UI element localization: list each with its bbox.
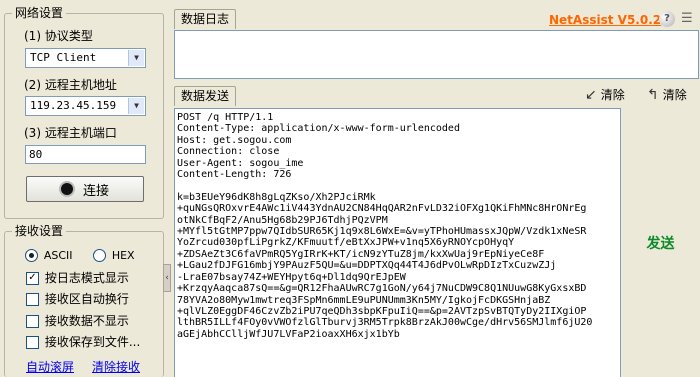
send-text-line: -LraE07bsay74Z+WEYHpyt6q+Dl1dq9QrEJpEW [177,271,406,283]
help-icon[interactable]: ? [659,11,675,27]
menu-icon[interactable]: ☰ [681,12,693,26]
receive-settings-title: 接收设置 [12,224,67,238]
clear-history-button[interactable]: ↰ 清除 [647,86,687,103]
send-text-line: otNkCfBqF2/Anu5Hg68b29PJ6TdhjPQzVPM [177,214,388,226]
auto-wrap-label: 接收区自动换行 [44,292,129,306]
send-text-line: Connection: close [177,146,280,158]
clear-history-label: 清除 [662,88,687,102]
port-label: (3) 远程主机端口 [24,126,117,140]
radio-selected-icon[interactable] [25,249,38,262]
auto-scroll-link[interactable]: 自动滚屏 [26,358,74,375]
protocol-select[interactable]: TCP Client ▼ [25,48,146,68]
checkbox-unchecked-icon[interactable] [26,293,39,306]
clear-arrow-icon: ↙ [585,86,597,103]
clear-send-label: 清除 [600,88,625,102]
send-text-line: POST /q HTTP/1.1 [177,112,274,123]
send-text-line: +LGau2fDJFG16mbjY9PAuzF5QU=&u=DDPTXQq44T… [177,260,557,272]
checkbox-checked-icon[interactable]: ✓ [26,272,39,285]
send-text-line: +ZDSAeZt3C6faVPmRQ5YgIRrK+KT/icN9zYTuZ8j… [177,248,545,260]
host-select-value: 119.23.45.159 [30,99,117,112]
clear-receive-link[interactable]: 清除接收 [92,358,140,375]
network-settings-title: 网络设置 [12,6,67,20]
checkbox-unchecked-icon[interactable] [26,315,39,328]
protocol-select-value: TCP Client [30,51,97,64]
send-text-line [177,180,618,191]
chevron-down-icon[interactable]: ▼ [128,50,144,66]
send-text-line: YoZrcud030pfLiPgrkZ/KFmuutf/eBtXxJPW+v1n… [177,237,515,249]
hex-radio[interactable]: HEX [93,248,135,262]
clear-send-button[interactable]: ↙ 清除 [585,86,625,103]
send-text-line: Host: get.sogou.com [177,134,292,146]
chevron-down-icon[interactable]: ▼ [128,98,144,114]
brand-title: NetAssist V5.0.2 [549,13,662,27]
log-mode-checkbox[interactable]: ✓ 按日志模式显示 [26,269,129,286]
tab-data-send[interactable]: 数据发送 [174,86,237,106]
send-text-line: User-Agent: sogou_ime [177,157,304,169]
send-text-line: +MYfl5tGtMP7ppw7QIdbSUR65Kj1q9x8L6WxE=&v… [177,226,587,238]
save-to-file-checkbox[interactable]: 接收保存到文件... [26,333,140,350]
hide-data-checkbox[interactable]: 接收数据不显示 [26,312,129,329]
ascii-radio[interactable]: ASCII [25,248,73,262]
clear-up-arrow-icon: ↰ [647,86,659,103]
host-select[interactable]: 119.23.45.159 ▼ [25,96,146,116]
collapse-panel-icon[interactable]: ‹ [163,264,171,292]
protocol-label: (1) 协议类型 [24,29,93,43]
hide-data-label: 接收数据不显示 [44,314,129,328]
save-to-file-label: 接收保存到文件... [44,335,141,349]
receive-textarea[interactable] [174,30,699,79]
send-text-line: lthBR5ILLf4FOy0vVWOfzlGlTburvj3RM5Trpk8B… [177,317,593,329]
port-input[interactable]: 80 [25,145,146,164]
hex-radio-label: HEX [111,249,135,262]
send-text-line: +KrzqyAaqca87sQ==&g=QR12FhaAUwRC7g1GoN/y… [177,283,587,295]
tab-data-log[interactable]: 数据日志 [174,9,237,29]
radio-unselected-icon[interactable] [93,249,106,262]
send-text-line: +quNGsQROxvrE4AWc1iV443YdnAU2CN84HqQAR2n… [177,203,587,215]
send-text-line: k=b3EUeY96dK8h8gLqZKso/Xh2PJciRMk [177,191,376,203]
send-button-label: 发送 [646,235,675,252]
log-mode-label: 按日志模式显示 [44,271,129,285]
checkbox-unchecked-icon[interactable] [26,336,39,349]
host-label: (2) 远程主机地址 [24,78,117,92]
send-text-line: aGEjAbhCClljWfJU7LVFaP2ioaxXH6xjx1bYb [177,328,400,340]
send-text-line: +qlVLZ0EggDF46CzvZb2iPU7qeQDh3sbpKFpuIiQ… [177,305,587,317]
send-button[interactable]: 发送 [621,108,700,377]
send-text-line: 78YVA2o80Myw1mwtreq3FSpMn6mmLE9uPUNUmm3K… [177,294,551,306]
send-text-line: Content-Length: 726 [177,169,292,181]
auto-wrap-checkbox[interactable]: 接收区自动换行 [26,290,129,307]
connect-button[interactable]: 连接 [26,176,144,202]
ascii-radio-label: ASCII [43,249,73,262]
connect-button-label: 连接 [82,183,109,199]
send-textarea[interactable]: POST /q HTTP/1.1 Content-Type: applicatio… [174,108,621,377]
connect-status-icon [60,183,73,195]
send-text-line: Content-Type: application/x-www-form-url… [177,123,460,135]
